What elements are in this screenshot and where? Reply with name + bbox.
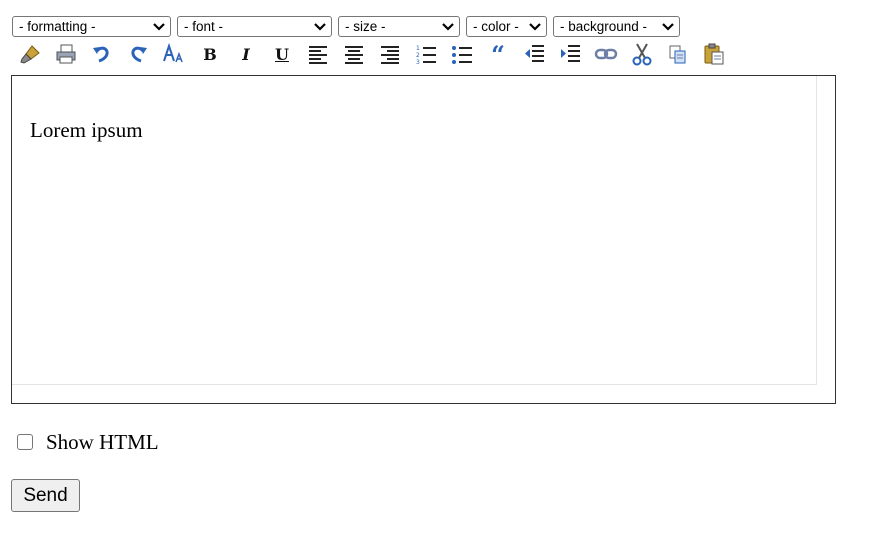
unordered-list-icon — [452, 46, 472, 64]
align-left-button[interactable] — [300, 40, 336, 68]
color-select[interactable]: - color - — [466, 16, 547, 37]
link-button[interactable] — [588, 40, 624, 68]
font-select-value: - font - — [184, 19, 224, 34]
copy-button[interactable] — [660, 40, 696, 68]
paste-icon — [704, 43, 724, 65]
formatting-select-value: - formatting - — [19, 19, 96, 34]
italic-button[interactable]: I — [228, 40, 264, 68]
color-select-value: - color - — [473, 19, 519, 34]
redo-icon — [131, 46, 147, 63]
align-left-icon — [309, 46, 327, 64]
brush-icon — [20, 45, 40, 64]
svg-text:2: 2 — [416, 52, 420, 59]
show-html-toggle[interactable]: Show HTML — [17, 430, 159, 454]
editor-content[interactable]: Lorem ipsum — [30, 118, 143, 143]
underline-icon: U — [275, 44, 289, 64]
font-select[interactable]: - font - — [177, 16, 332, 37]
align-center-button[interactable] — [336, 40, 372, 68]
undo-icon — [93, 46, 109, 63]
redo-button[interactable] — [120, 40, 156, 68]
align-right-button[interactable] — [372, 40, 408, 68]
blockquote-button[interactable]: “ — [480, 39, 516, 69]
copy-icon — [669, 45, 686, 64]
background-select-value: - background - — [560, 19, 648, 34]
show-html-label: Show HTML — [46, 429, 159, 454]
undo-button[interactable] — [84, 40, 120, 68]
chevron-down-icon — [662, 22, 674, 31]
ordered-list-icon: 123 — [416, 45, 436, 65]
ordered-list-button[interactable]: 123 — [408, 40, 444, 68]
chevron-down-icon — [529, 22, 541, 31]
show-html-checkbox[interactable] — [17, 434, 33, 450]
dropdown-toolbar: - formatting - - font - - size - - color… — [12, 16, 680, 37]
size-select-value: - size - — [345, 19, 386, 34]
send-button[interactable]: Send — [11, 479, 80, 512]
chevron-down-icon — [153, 22, 165, 31]
print-icon — [56, 44, 76, 64]
indent-button[interactable] — [552, 40, 588, 68]
chevron-down-icon — [314, 22, 326, 31]
align-right-icon — [381, 46, 399, 64]
svg-text:1: 1 — [416, 45, 420, 52]
formatting-select[interactable]: - formatting - — [12, 16, 171, 37]
italic-icon: I — [242, 44, 250, 64]
cut-button[interactable] — [624, 40, 660, 68]
quote-icon: “ — [491, 39, 505, 69]
scissors-icon — [632, 43, 652, 66]
size-select[interactable]: - size - — [338, 16, 460, 37]
unordered-list-button[interactable] — [444, 40, 480, 68]
bold-icon: B — [203, 44, 217, 64]
svg-text:3: 3 — [416, 59, 420, 65]
icon-toolbar: B I U 1 2 3 “ — [12, 39, 732, 69]
clean-button[interactable] — [12, 40, 48, 68]
font-size-icon — [163, 43, 183, 63]
chevron-down-icon — [442, 22, 454, 31]
paste-button[interactable] — [696, 40, 732, 68]
align-center-icon — [345, 46, 363, 64]
link-icon — [594, 48, 618, 60]
editor-area[interactable]: Lorem ipsum — [11, 75, 836, 404]
outdent-button[interactable] — [516, 40, 552, 68]
print-button[interactable] — [48, 40, 84, 68]
bold-button[interactable]: B — [192, 40, 228, 68]
font-size-button[interactable] — [156, 40, 192, 68]
indent-icon — [561, 45, 580, 62]
background-select[interactable]: - background - — [553, 16, 680, 37]
underline-button[interactable]: U — [264, 40, 300, 68]
outdent-icon — [525, 45, 544, 62]
